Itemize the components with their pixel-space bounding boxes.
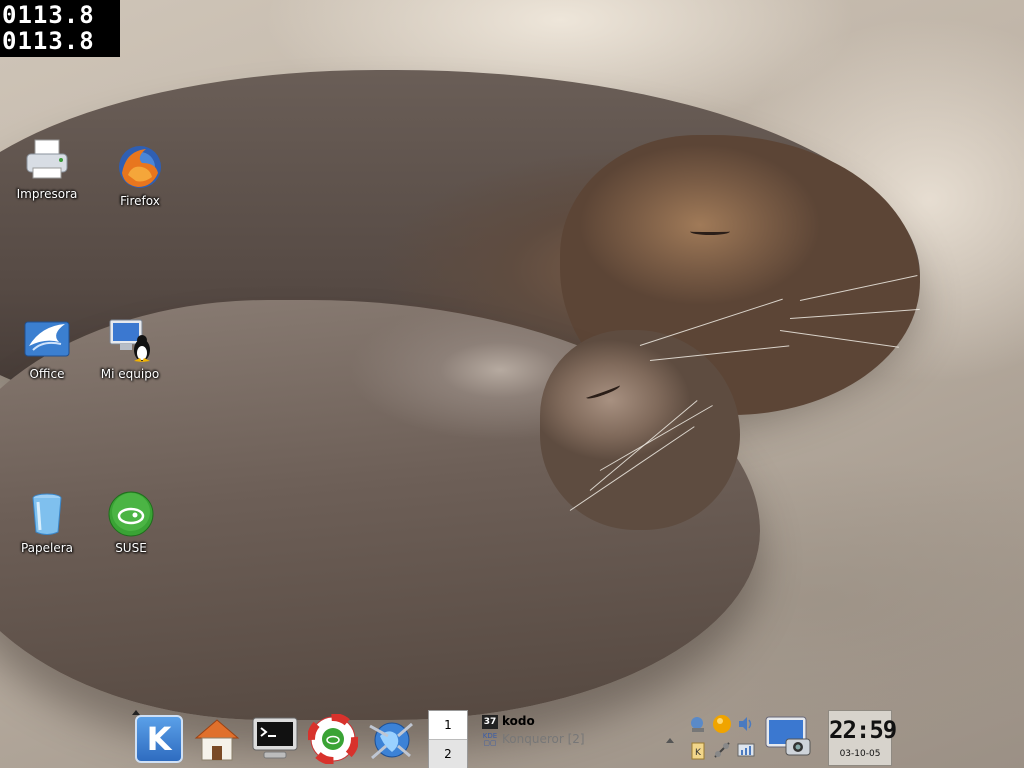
- desktop-icon-label: Firefox: [120, 194, 160, 208]
- kmenu-button[interactable]: K: [135, 715, 183, 763]
- terminal-button[interactable]: [250, 714, 300, 764]
- network-icon[interactable]: [688, 714, 708, 734]
- pager-desktop-1[interactable]: 1: [429, 711, 467, 740]
- desktop-pager: 1 2: [428, 710, 468, 768]
- screenshot-icon: [765, 716, 811, 756]
- volume-icon[interactable]: [736, 714, 756, 734]
- monitor-icon[interactable]: [736, 740, 756, 760]
- desktop-wallpaper: [0, 0, 1024, 768]
- firefox-icon: [116, 143, 164, 191]
- taskbar: 37 kodo KDE ▢▢ Konqueror [2]: [478, 712, 676, 762]
- sea-lion-eye: [690, 228, 730, 235]
- desktop-icon-firefox[interactable]: Firefox: [100, 143, 180, 208]
- desktop-icon-label: Papelera: [20, 541, 74, 555]
- home-icon: [194, 719, 240, 761]
- desktop-icon-label: Impresora: [16, 187, 78, 201]
- screenshot-button[interactable]: [764, 713, 812, 761]
- task-label: Konqueror [2]: [502, 732, 585, 746]
- panel-clock[interactable]: 22:59 03-10-05: [828, 710, 897, 766]
- office-icon: [23, 316, 71, 364]
- desktop-icon-label: Office: [29, 367, 65, 381]
- counter-line-2: 0113.8: [2, 28, 120, 54]
- konqueror-button[interactable]: [366, 714, 416, 764]
- help-button[interactable]: [307, 713, 359, 765]
- task-label: kodo: [502, 714, 535, 728]
- kmenu-label: K: [146, 720, 172, 758]
- klipper-icon[interactable]: K: [688, 740, 708, 760]
- desktop-icon-suse[interactable]: SUSE: [91, 490, 171, 555]
- suse-icon: [107, 490, 155, 538]
- home-folder-button[interactable]: [192, 714, 242, 764]
- task-button-kodo[interactable]: 37 kodo: [482, 714, 535, 732]
- desktop-icon-label: Mi equipo: [100, 367, 160, 381]
- desktop-icon-papelera[interactable]: Papelera: [7, 490, 87, 555]
- desktop-icon-office[interactable]: Office: [7, 316, 87, 381]
- taskbar-arrow-icon[interactable]: [666, 738, 674, 743]
- terminal-icon: [252, 717, 298, 759]
- konqueror-icon: [369, 722, 413, 760]
- clock-date: 03-10-05: [839, 749, 881, 759]
- trash-icon: [23, 490, 71, 538]
- connection-icon[interactable]: [712, 740, 732, 760]
- desktop-icon-label: SUSE: [115, 541, 147, 555]
- desktop-icon-mi-equipo[interactable]: Mi equipo: [90, 316, 170, 381]
- clock-time: 22:59: [829, 716, 897, 744]
- task-button-konqueror[interactable]: KDE ▢▢ Konqueror [2]: [482, 732, 585, 750]
- kodo-icon: 37: [482, 714, 498, 729]
- counter-widget: 0113.8 0113.8: [0, 0, 120, 57]
- help-icon: [307, 713, 359, 765]
- desktop-icon-impresora[interactable]: Impresora: [7, 136, 87, 201]
- kicker-panel: K 1 2 37 kodo KDE ▢▢ Konqueror [2] K 22:…: [130, 707, 900, 768]
- pager-desktop-2[interactable]: 2: [429, 740, 467, 768]
- printer-icon: [23, 136, 71, 184]
- status-orb-icon[interactable]: [712, 714, 732, 734]
- counter-line-1: 0113.8: [2, 2, 120, 28]
- kde-konqueror-icon: KDE ▢▢: [482, 731, 498, 747]
- computer-icon: [106, 316, 154, 364]
- system-tray: K: [688, 712, 760, 764]
